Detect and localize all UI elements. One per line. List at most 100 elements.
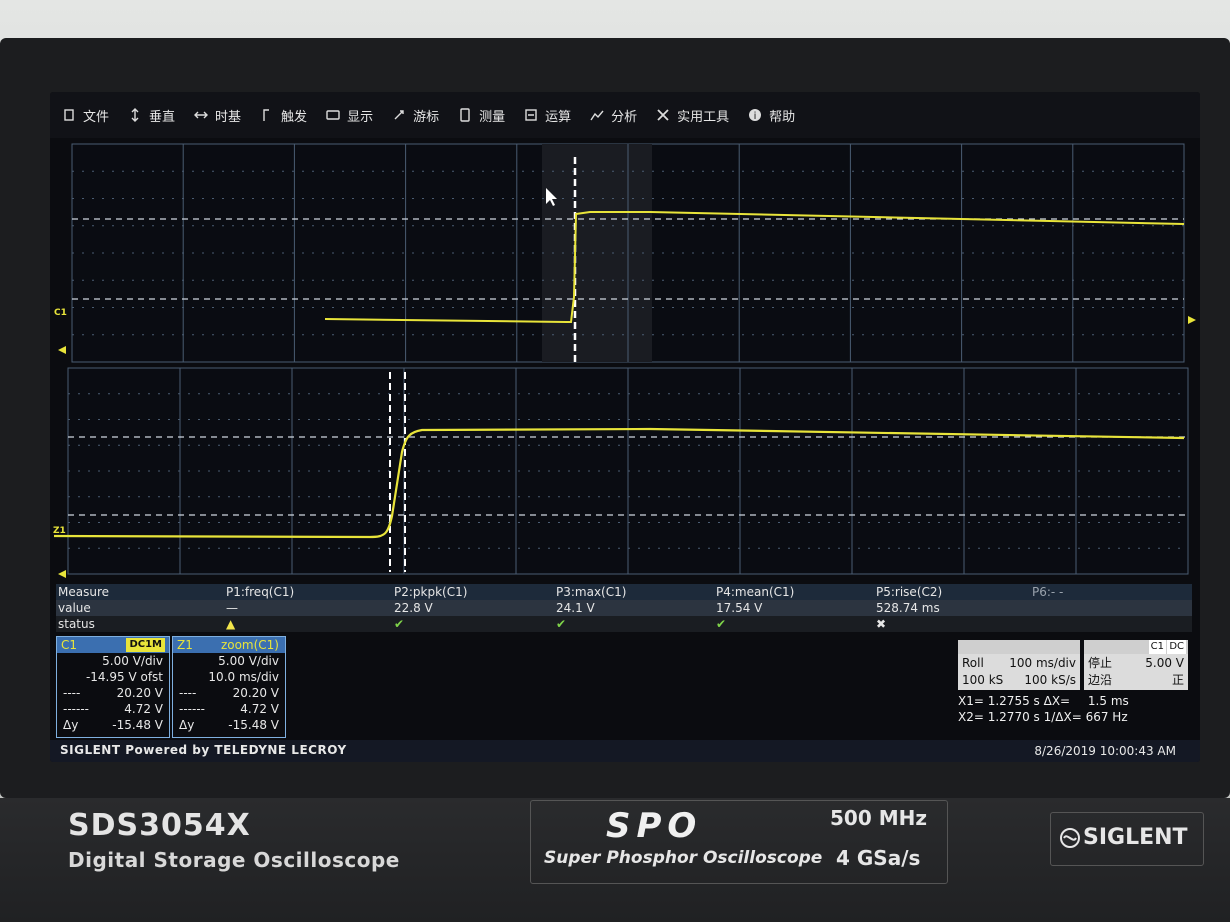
menu-tools[interactable]: 实用工具: [656, 106, 729, 125]
cursor-dx-label: ΔX=: [1043, 694, 1071, 708]
dy-label: Δy: [63, 718, 79, 732]
param-p1-name[interactable]: P1:freq(C1): [226, 584, 294, 600]
trigger-type: 边沿: [1088, 673, 1113, 687]
channel1-name: C1: [61, 638, 78, 652]
measure-label: Measure: [58, 585, 109, 599]
param-p5-name[interactable]: P5:rise(C2): [876, 584, 942, 600]
menu-timebase[interactable]: 时基: [194, 106, 241, 125]
param-p2-value: 22.8 V: [394, 601, 433, 615]
channel1-dy: -15.48 V: [112, 718, 163, 732]
menu-label: 时基: [215, 109, 242, 125]
zoom-hdiv-line: 10.0 ms/div: [173, 669, 285, 685]
channel1-vdiv: 5.00 V/div: [102, 654, 163, 668]
cursor-readout-line1: X1= 1.2755 s ΔX= 1.5 ms: [958, 694, 1129, 708]
check-icon: ✔: [716, 617, 727, 631]
menu-display[interactable]: 显示: [326, 106, 373, 125]
menu-math[interactable]: 运算: [524, 106, 571, 125]
menu-label: 实用工具: [677, 109, 730, 125]
channel1-offset-line: -14.95 V ofst: [57, 669, 169, 685]
siglent-logo: SIGLENT: [1050, 812, 1204, 866]
channel1-y2: 4.72 V: [124, 702, 163, 716]
timebase-panel[interactable]: Roll 100 ms/div 100 kS 100 kS/s: [958, 640, 1080, 690]
analysis-icon: [590, 110, 604, 121]
menu-bar: 文件 垂直 时基 触发 显示 游标 测量 运算 分析 实用工具 i 帮助: [50, 92, 1200, 138]
menu-label: 显示: [347, 109, 374, 125]
param-p2-name[interactable]: P2:pkpk(C1): [394, 584, 467, 600]
model-name: SDS3054X: [68, 808, 251, 843]
tools-icon: [657, 109, 669, 121]
timebase-row1: Roll 100 ms/div: [958, 654, 1080, 672]
timebase-sample-rate: 100 kS/s: [1024, 673, 1076, 687]
warning-icon: ▲: [226, 617, 236, 631]
menu-measure[interactable]: 测量: [458, 106, 505, 125]
cursor-icon: [394, 110, 404, 120]
cursor-readout-line2: X2= 1.2770 s 1/ΔX= 667 Hz: [958, 710, 1128, 724]
channel1-marker[interactable]: C1: [54, 308, 67, 318]
trigger-state: 停止: [1088, 656, 1113, 670]
trigger-coupling-badge: DC: [1167, 640, 1186, 654]
zoom-y2: 4.72 V: [240, 702, 279, 716]
param-p3-value: 24.1 V: [556, 601, 595, 615]
trigger-icon: [263, 109, 270, 121]
y1-label: ----: [63, 686, 81, 700]
status-footer: SIGLENT Powered by TELEDYNE LECROY 8/26/…: [50, 740, 1200, 762]
zoom-y2-line: ------ 4.72 V: [173, 701, 285, 717]
y2-label: ------: [63, 702, 89, 716]
trigger-panel-header: C1 DC: [1084, 640, 1188, 654]
menu-cursor[interactable]: 游标: [392, 106, 439, 125]
timebase-row2: 100 kS 100 kS/s: [958, 672, 1080, 688]
cursor-dx-value: 1.5 ms: [1087, 694, 1129, 708]
measure-icon: [460, 108, 470, 122]
menu-label: 触发: [281, 109, 308, 125]
zoom-dy: -15.48 V: [228, 718, 279, 732]
menu-trigger[interactable]: 触发: [260, 106, 307, 125]
zoom-panel[interactable]: Z1 zoom(C1) 5.00 V/div 10.0 ms/div ---- 2…: [172, 636, 286, 738]
zoom-dy-line: Δy -15.48 V: [173, 717, 285, 733]
measure-header-row: Measure P1:freq(C1) P2:pkpk(C1) P3:max(C…: [56, 584, 1192, 600]
zoom-title: zoom(C1): [220, 638, 279, 652]
trigger-polarity: 正: [1171, 673, 1184, 687]
param-p3-name[interactable]: P3:max(C1): [556, 584, 626, 600]
model-description: Digital Storage Oscilloscope: [68, 848, 400, 872]
zoom-waveform-area[interactable]: Z1: [50, 366, 1200, 578]
menu-help[interactable]: i 帮助: [748, 106, 795, 125]
main-waveform-area[interactable]: C1: [50, 142, 1200, 368]
zoom-y1: 20.20 V: [232, 686, 279, 700]
menu-vertical[interactable]: 垂直: [128, 106, 175, 125]
channel1-offset: -14.95 V ofst: [85, 670, 163, 684]
menu-analysis[interactable]: 分析: [590, 106, 637, 125]
cursor-x2-value: X2= 1.2770 s: [958, 710, 1040, 724]
oscilloscope-screen: 文件 垂直 时基 触发 显示 游标 测量 运算 分析 实用工具 i 帮助 C1 …: [50, 92, 1200, 762]
zoom-marker[interactable]: Z1: [53, 526, 66, 536]
zoom-panel-header: Z1 zoom(C1): [173, 637, 285, 653]
menu-file[interactable]: 文件: [62, 106, 109, 125]
cursor-x1-value: X1= 1.2755 s: [958, 694, 1040, 708]
zoom-vdiv: 5.00 V/div: [218, 654, 279, 668]
zoom-y1-line: ---- 20.20 V: [173, 685, 285, 701]
value-label: value: [58, 601, 91, 615]
spo-logo: SPO: [606, 806, 703, 846]
timebase-tdiv: 100 ms/div: [1009, 656, 1076, 670]
zoom-left-arrow-icon: [58, 570, 66, 578]
channel1-coupling-badge: DC1M: [126, 638, 165, 652]
menu-label: 文件: [83, 109, 110, 125]
display-icon: [326, 110, 340, 120]
channel1-panel-header: C1 DC1M: [57, 637, 169, 653]
zoom-hdiv: 10.0 ms/div: [208, 670, 279, 684]
channel1-panel[interactable]: C1 DC1M 5.00 V/div -14.95 V ofst ---- 20.…: [56, 636, 170, 738]
siglent-logo-icon: [1060, 828, 1080, 848]
menu-label: 测量: [479, 109, 506, 125]
measurement-table[interactable]: Measure P1:freq(C1) P2:pkpk(C1) P3:max(C…: [56, 582, 1192, 632]
sample-rate-label: 4 GSa/s: [836, 846, 921, 870]
main-waveform-svg: [58, 143, 1196, 363]
param-p1-value: —: [226, 601, 238, 615]
fail-cross-icon: ✖: [876, 617, 887, 631]
help-icon: i: [749, 109, 762, 122]
trigger-level-arrow-icon[interactable]: [1188, 316, 1196, 324]
cursor-inverse-dx: 1/ΔX= 667 Hz: [1043, 710, 1128, 724]
param-p5-value: 528.74 ms: [876, 601, 940, 615]
param-p4-name[interactable]: P4:mean(C1): [716, 584, 794, 600]
param-p6-name[interactable]: P6:- -: [1032, 584, 1063, 600]
main-left-arrow-icon: [58, 346, 66, 354]
trigger-panel[interactable]: C1 DC 停止 5.00 V 边沿 正: [1084, 640, 1188, 690]
